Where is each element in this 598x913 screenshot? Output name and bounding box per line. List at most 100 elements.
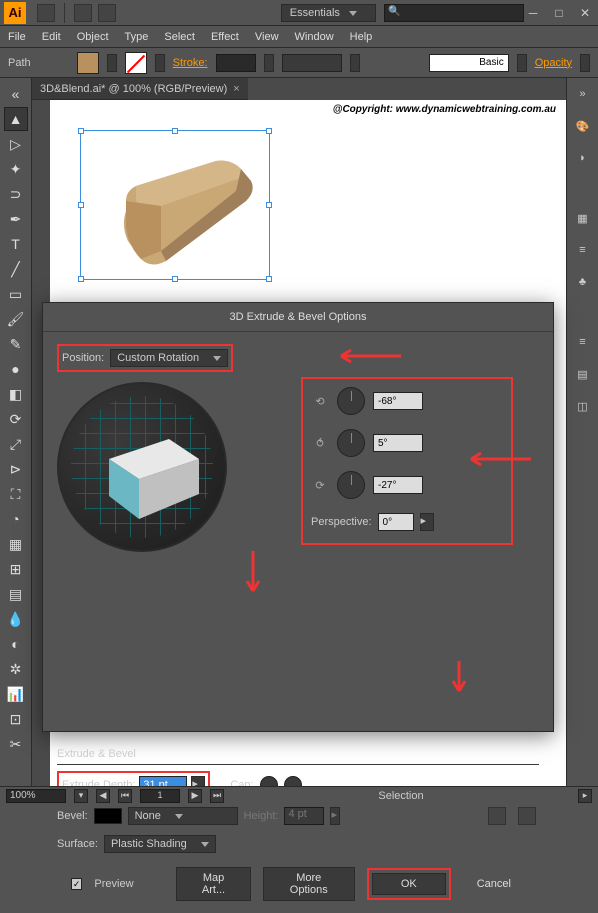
eraser-tool[interactable]: ◧: [4, 382, 28, 406]
zoom-dropdown[interactable]: ▾: [74, 789, 88, 803]
artboard-num[interactable]: 1: [140, 789, 180, 803]
rotate-x-input[interactable]: [373, 392, 423, 410]
menu-type[interactable]: Type: [125, 31, 149, 43]
preview-checkbox[interactable]: ✓: [71, 878, 82, 890]
perspective-tool[interactable]: ▦: [4, 532, 28, 556]
artboard-last[interactable]: ⏭: [210, 789, 224, 803]
selection-tool[interactable]: ▲: [4, 107, 28, 131]
menu-edit[interactable]: Edit: [42, 31, 61, 43]
color-panel-icon[interactable]: 🎨: [571, 114, 595, 138]
arrange-icon[interactable]: [74, 4, 92, 22]
rotate-y-knob[interactable]: [337, 429, 365, 457]
free-transform-tool[interactable]: ⛶: [4, 482, 28, 506]
preview-cube[interactable]: [89, 424, 209, 524]
menu-view[interactable]: View: [255, 31, 279, 43]
perspective-slider-icon[interactable]: ▸: [420, 513, 434, 531]
graph-tool[interactable]: 📊: [4, 682, 28, 706]
stroke-profile-dropdown[interactable]: [350, 54, 360, 72]
fill-swatch[interactable]: [77, 52, 99, 74]
slice-tool[interactable]: ✂: [4, 732, 28, 756]
artboard-next[interactable]: ▶: [188, 789, 202, 803]
mesh-tool[interactable]: ⊞: [4, 557, 28, 581]
minimize-button[interactable]: ─: [524, 6, 542, 20]
shape-builder-tool[interactable]: ◔: [4, 507, 28, 531]
stroke-label[interactable]: Stroke:: [173, 57, 208, 69]
brush-tool[interactable]: 🖌: [4, 307, 28, 331]
fill-dropdown[interactable]: [107, 54, 117, 72]
menu-window[interactable]: Window: [295, 31, 334, 43]
swatches-panel-icon[interactable]: ▦: [571, 206, 595, 230]
artboard-tool[interactable]: ⊡: [4, 707, 28, 731]
stroke-profile[interactable]: [282, 54, 342, 72]
pencil-tool[interactable]: ✎: [4, 332, 28, 356]
rotation-preview[interactable]: [57, 382, 227, 552]
handle-tr[interactable]: [266, 128, 272, 134]
transparency-panel-icon[interactable]: ◫: [571, 394, 595, 418]
stroke-weight-input[interactable]: [216, 54, 256, 72]
status-menu[interactable]: ▸: [578, 789, 592, 803]
map-art-button[interactable]: Map Art...: [176, 867, 250, 901]
menu-object[interactable]: Object: [77, 31, 109, 43]
search-input[interactable]: [384, 4, 524, 22]
artboard-prev[interactable]: ◀: [96, 789, 110, 803]
collapse-icon[interactable]: «: [4, 82, 28, 106]
handle-tm[interactable]: [172, 128, 178, 134]
rotate-x-knob[interactable]: [337, 387, 365, 415]
handle-ml[interactable]: [78, 202, 84, 208]
handle-bl[interactable]: [78, 276, 84, 282]
blob-brush-tool[interactable]: ●: [4, 357, 28, 381]
stroke-dropdown[interactable]: [155, 54, 165, 72]
gradient-tool[interactable]: ▤: [4, 582, 28, 606]
handle-bm[interactable]: [172, 276, 178, 282]
close-button[interactable]: ✕: [576, 6, 594, 20]
menu-help[interactable]: Help: [350, 31, 373, 43]
magic-wand-tool[interactable]: ✦: [4, 157, 28, 181]
perspective-input[interactable]: [378, 513, 414, 531]
rotate-z-knob[interactable]: [337, 471, 365, 499]
position-dropdown[interactable]: Custom Rotation: [110, 349, 228, 367]
width-tool[interactable]: ⊳: [4, 457, 28, 481]
menu-effect[interactable]: Effect: [211, 31, 239, 43]
brush-preview[interactable]: Basic: [429, 54, 509, 72]
stroke-weight-dropdown[interactable]: [264, 54, 274, 72]
symbols-panel-icon[interactable]: ♣: [571, 270, 595, 294]
pen-tool[interactable]: ✒: [4, 207, 28, 231]
ok-button[interactable]: OK: [372, 873, 446, 895]
bridge-icon[interactable]: [37, 4, 55, 22]
handle-mr[interactable]: [266, 202, 272, 208]
surface-dropdown[interactable]: Plastic Shading: [104, 835, 216, 853]
handle-br[interactable]: [266, 276, 272, 282]
rectangle-tool[interactable]: ▭: [4, 282, 28, 306]
menu-select[interactable]: Select: [164, 31, 195, 43]
direct-selection-tool[interactable]: ▷: [4, 132, 28, 156]
arrange2-icon[interactable]: [98, 4, 116, 22]
zoom-input[interactable]: [6, 789, 66, 803]
color-guide-icon[interactable]: ◗: [571, 146, 595, 170]
opacity-label[interactable]: Opacity: [535, 57, 572, 69]
type-tool[interactable]: T: [4, 232, 28, 256]
selection-bounding-box[interactable]: [80, 130, 270, 280]
handle-tl[interactable]: [78, 128, 84, 134]
cancel-button[interactable]: Cancel: [463, 874, 525, 894]
opacity-dropdown[interactable]: [580, 54, 590, 72]
blend-tool[interactable]: ◐: [4, 632, 28, 656]
rotate-z-input[interactable]: [373, 476, 423, 494]
bevel-dropdown[interactable]: None: [128, 807, 238, 825]
more-options-button[interactable]: More Options: [263, 867, 355, 901]
artboard-first[interactable]: ⏮: [118, 789, 132, 803]
gradient-panel-icon[interactable]: ▤: [571, 362, 595, 386]
brushes-panel-icon[interactable]: ≡: [571, 238, 595, 262]
workspace-dropdown[interactable]: Essentials: [281, 4, 376, 22]
lasso-tool[interactable]: ⊃: [4, 182, 28, 206]
stroke-panel-icon[interactable]: ≡: [571, 330, 595, 354]
menu-file[interactable]: File: [8, 31, 26, 43]
stroke-swatch[interactable]: [125, 52, 147, 74]
rotate-y-input[interactable]: [373, 434, 423, 452]
maximize-button[interactable]: □: [550, 6, 568, 20]
eyedropper-tool[interactable]: 💧: [4, 607, 28, 631]
scale-tool[interactable]: ⤢: [4, 432, 28, 456]
line-tool[interactable]: ╱: [4, 257, 28, 281]
rotate-tool[interactable]: ⟳: [4, 407, 28, 431]
close-tab-icon[interactable]: ×: [233, 83, 239, 95]
document-tab[interactable]: 3D&Blend.ai* @ 100% (RGB/Preview) ×: [32, 78, 248, 100]
